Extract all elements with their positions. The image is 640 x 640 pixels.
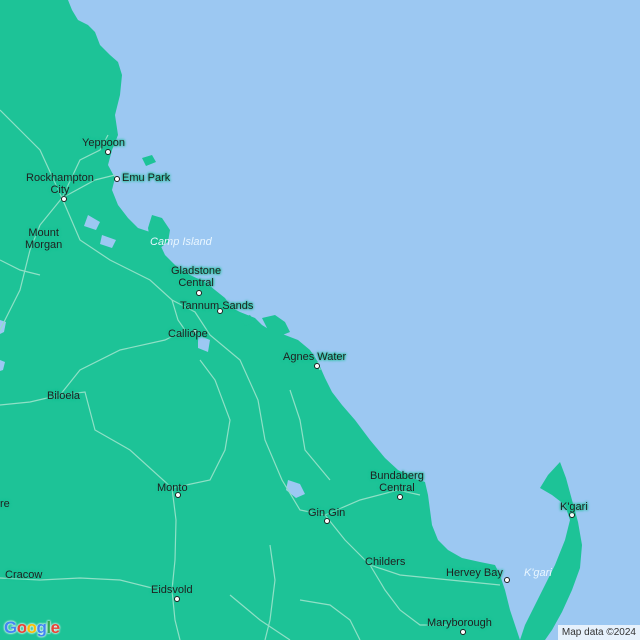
place-label-rockhampton[interactable]: Rockhampton City xyxy=(26,172,94,196)
place-label-cracow[interactable]: Cracow xyxy=(5,569,42,581)
place-label-monto[interactable]: Monto xyxy=(157,482,188,494)
place-label-agnes-water[interactable]: Agnes Water xyxy=(283,351,346,363)
place-label-mount-morgan[interactable]: Mount Morgan xyxy=(25,227,62,251)
place-label-yeppoon[interactable]: Yeppoon xyxy=(82,137,125,149)
place-dot-rockhampton xyxy=(61,196,67,202)
place-dot-eidsvold xyxy=(174,596,180,602)
map-view[interactable]: Yeppoon Rockhampton City Emu Park Mount … xyxy=(0,0,640,640)
place-dot-maryborough xyxy=(460,629,466,635)
water-label-camp-island[interactable]: Camp Island xyxy=(150,236,212,248)
place-label-eidsvold[interactable]: Eidsvold xyxy=(151,584,193,596)
place-label-biloela[interactable]: Biloela xyxy=(47,390,80,402)
place-label-kgari-town[interactable]: K'gari xyxy=(560,501,588,513)
place-label-childers[interactable]: Childers xyxy=(365,556,405,568)
island-label-kgari[interactable]: K'gari xyxy=(524,567,552,579)
google-logo[interactable]: Google xyxy=(4,618,60,638)
place-dot-agnes-water xyxy=(314,363,320,369)
place-label-gladstone[interactable]: Gladstone Central xyxy=(171,265,221,289)
map-canvas xyxy=(0,0,640,640)
place-label-gin-gin[interactable]: Gin Gin xyxy=(308,507,345,519)
place-label-calliope[interactable]: Calliope xyxy=(168,328,208,340)
place-dot-hervey-bay xyxy=(504,577,510,583)
place-label-edge[interactable]: re xyxy=(0,498,10,510)
place-label-emu-park[interactable]: Emu Park xyxy=(122,172,170,184)
place-label-tannum-sands[interactable]: Tannum Sands xyxy=(180,300,253,312)
place-dot-emu-park xyxy=(114,176,120,182)
place-label-maryborough[interactable]: Maryborough xyxy=(427,617,492,629)
map-attribution[interactable]: Map data ©2024 xyxy=(557,625,640,640)
place-dot-bundaberg xyxy=(397,494,403,500)
place-label-hervey-bay[interactable]: Hervey Bay xyxy=(446,567,503,579)
google-logo-text: Google xyxy=(4,618,60,637)
place-dot-gladstone xyxy=(196,290,202,296)
place-dot-yeppoon xyxy=(105,149,111,155)
place-label-bundaberg[interactable]: Bundaberg Central xyxy=(370,470,424,494)
